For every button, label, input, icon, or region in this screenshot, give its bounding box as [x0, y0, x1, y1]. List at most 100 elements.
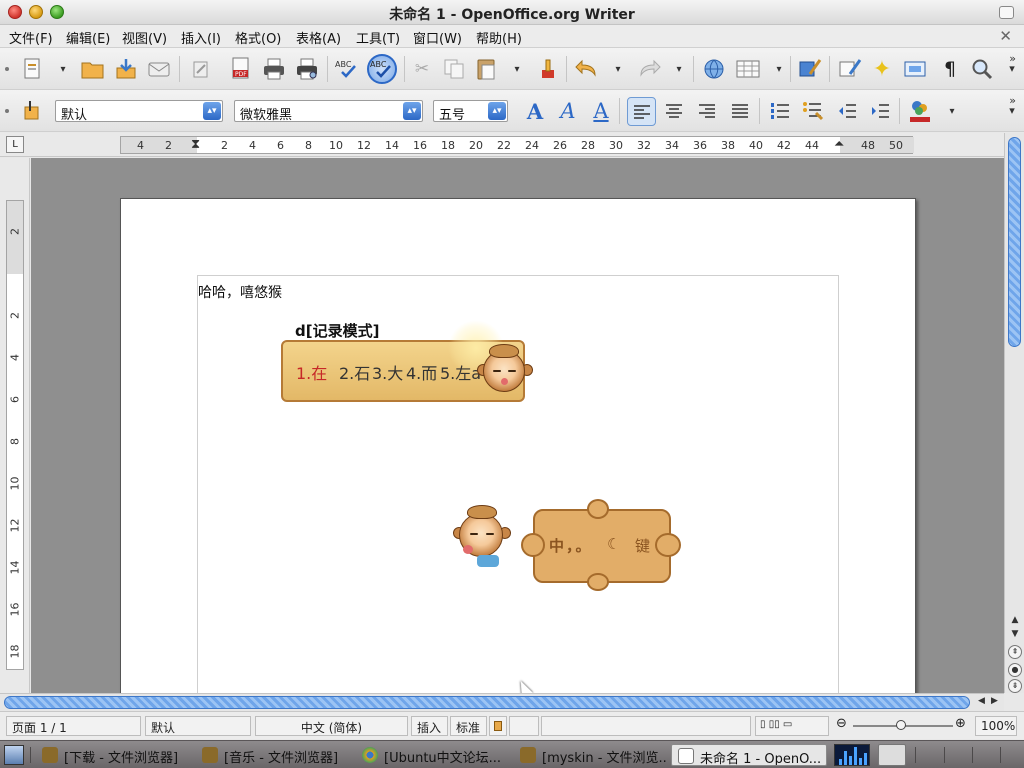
- bullets-icon[interactable]: [800, 98, 826, 124]
- styles-formatting-icon[interactable]: [20, 97, 46, 123]
- zoom-in-icon[interactable]: ⊕: [955, 716, 966, 731]
- ime-candidate-window[interactable]: 1.在 2.石 3.大 4.而 5.左a: [281, 320, 533, 402]
- scroll-up-icon[interactable]: ▲: [1008, 613, 1022, 627]
- paragraph-style-combo[interactable]: 默认 ▴▾: [55, 100, 223, 123]
- language-indicator[interactable]: 中文 (简体): [255, 716, 408, 736]
- export-pdf-icon[interactable]: PDF: [228, 56, 254, 82]
- menu-help[interactable]: 帮助(H): [476, 28, 522, 47]
- font-name-combo[interactable]: 微软雅黑 ▴▾: [234, 100, 423, 123]
- toolbar-grip[interactable]: [5, 109, 9, 113]
- show-desktop-icon[interactable]: [4, 745, 24, 765]
- navigator-icon[interactable]: [837, 56, 863, 82]
- document-text[interactable]: 哈哈，嘻悠猴: [198, 282, 282, 302]
- toolbar-grip[interactable]: [5, 67, 9, 71]
- horizontal-scroll-thumb[interactable]: [4, 696, 970, 709]
- ime-status-puzzle[interactable]: 中，。 ☾ 键: [453, 499, 685, 591]
- italic-icon[interactable]: A: [555, 98, 581, 124]
- print-preview-icon[interactable]: [294, 56, 320, 82]
- zoom-icon[interactable]: [969, 56, 995, 82]
- paragraph-style-dropdown-icon[interactable]: ▴▾: [203, 102, 221, 120]
- taskbar-item-music[interactable]: [音乐 - 文件浏览器]: [196, 744, 356, 766]
- undo-dropdown-icon[interactable]: ▾: [610, 56, 626, 82]
- restore-window-button[interactable]: [999, 6, 1014, 19]
- menu-window[interactable]: 窗口(W): [413, 28, 462, 47]
- zoom-out-icon[interactable]: ⊖: [836, 716, 847, 731]
- save-icon[interactable]: [113, 56, 139, 82]
- decrease-indent-icon[interactable]: [834, 98, 860, 124]
- vertical-scrollbar[interactable]: ▲ ▼ ⇞ ● ⇟: [1004, 133, 1024, 693]
- document-area[interactable]: 哈哈，嘻悠猴 d[记录模式] 1.在 2.石 3.大 4.而 5.左a 中，。 …: [31, 158, 1004, 693]
- horizontal-ruler[interactable]: 4 2 ⧗ 2 4 6 8 10 12 14 16 18 20 22 24 26…: [120, 136, 914, 154]
- toolbar-overflow-icon[interactable]: » ▾: [1009, 53, 1016, 74]
- zoom-level[interactable]: 100%: [975, 716, 1017, 736]
- ime-candidate[interactable]: 2.石: [339, 360, 370, 384]
- datasources-icon[interactable]: [902, 56, 928, 82]
- multi-page-view-icon[interactable]: ▯▯: [769, 719, 780, 730]
- menu-tools[interactable]: 工具(T): [356, 28, 400, 47]
- indent-marker-icon[interactable]: ⧗: [191, 137, 200, 153]
- navigation-icon[interactable]: ●: [1008, 663, 1022, 677]
- previous-page-icon[interactable]: ⇞: [1008, 645, 1022, 659]
- bold-icon[interactable]: A: [522, 98, 548, 124]
- menu-table[interactable]: 表格(A): [296, 28, 341, 47]
- taskbar-item-browser[interactable]: [Ubuntu中文论坛...: [356, 744, 512, 766]
- system-monitor-icon[interactable]: [834, 744, 870, 766]
- vertical-ruler[interactable]: 2 2 4 6 8 10 12 14 16 18: [6, 200, 24, 670]
- table-dropdown-icon[interactable]: ▾: [771, 56, 787, 82]
- scroll-left-icon[interactable]: ◀: [978, 696, 985, 706]
- page-style-indicator[interactable]: 默认: [145, 716, 251, 736]
- taskbar-item-downloads[interactable]: [下载 - 文件浏览器]: [36, 744, 196, 766]
- draw-functions-icon[interactable]: [797, 56, 823, 82]
- undo-icon[interactable]: [574, 56, 600, 82]
- menu-file[interactable]: 文件(F): [9, 28, 53, 47]
- numbering-icon[interactable]: [767, 98, 793, 124]
- edit-file-icon[interactable]: [188, 56, 214, 82]
- vertical-scroll-thumb[interactable]: [1008, 137, 1021, 347]
- scroll-right-icon[interactable]: ▶: [991, 696, 998, 706]
- redo-icon[interactable]: [636, 56, 662, 82]
- new-dropdown-icon[interactable]: ▾: [55, 56, 71, 82]
- ime-candidate[interactable]: 1.在: [296, 360, 327, 384]
- scroll-down-icon[interactable]: ▼: [1008, 627, 1022, 641]
- book-view-icon[interactable]: ▭: [783, 719, 792, 730]
- font-color-dropdown-icon[interactable]: ▾: [944, 98, 960, 124]
- zoom-slider-knob[interactable]: [896, 720, 906, 730]
- spellcheck-icon[interactable]: ABC: [334, 56, 360, 82]
- hyperlink-icon[interactable]: [701, 56, 727, 82]
- toolbar-overflow-icon[interactable]: » ▾: [1009, 95, 1016, 116]
- gallery-icon[interactable]: ✦: [869, 56, 895, 82]
- font-size-dropdown-icon[interactable]: ▴▾: [488, 102, 506, 120]
- tray-document-icon[interactable]: [878, 744, 906, 766]
- insert-mode-indicator[interactable]: 插入: [411, 716, 448, 736]
- font-color-icon[interactable]: [907, 98, 933, 124]
- increase-indent-icon[interactable]: [867, 98, 893, 124]
- ime-candidate[interactable]: 4.而: [406, 360, 437, 384]
- menu-view[interactable]: 视图(V): [122, 28, 167, 47]
- justify-icon[interactable]: [727, 98, 753, 124]
- font-size-combo[interactable]: 五号 ▴▾: [433, 100, 508, 123]
- redo-dropdown-icon[interactable]: ▾: [671, 56, 687, 82]
- autospellcheck-icon[interactable]: ABC: [367, 54, 397, 84]
- menu-edit[interactable]: 编辑(E): [66, 28, 110, 47]
- right-indent-marker-icon[interactable]: ⏶: [834, 137, 844, 153]
- document-page[interactable]: 哈哈，嘻悠猴 d[记录模式] 1.在 2.石 3.大 4.而 5.左a 中，。 …: [120, 198, 916, 693]
- menu-insert[interactable]: 插入(I): [181, 28, 221, 47]
- single-page-view-icon[interactable]: ▯: [760, 719, 766, 730]
- formatting-marks-icon[interactable]: ¶: [937, 56, 963, 82]
- email-icon[interactable]: [146, 56, 172, 82]
- clone-formatting-icon[interactable]: [536, 56, 562, 82]
- open-folder-icon[interactable]: [80, 56, 106, 82]
- align-center-icon[interactable]: [661, 98, 687, 124]
- menu-format[interactable]: 格式(O): [235, 28, 281, 47]
- cut-icon[interactable]: ✂: [409, 56, 435, 82]
- copy-icon[interactable]: [441, 56, 467, 82]
- tab-type-selector[interactable]: L: [6, 136, 24, 153]
- paste-icon[interactable]: [474, 56, 500, 82]
- align-right-icon[interactable]: [694, 98, 720, 124]
- close-document-icon[interactable]: ✕: [999, 27, 1012, 45]
- print-icon[interactable]: [261, 56, 287, 82]
- paste-dropdown-icon[interactable]: ▾: [509, 56, 525, 82]
- horizontal-scrollbar[interactable]: ◀ ▶: [0, 693, 1004, 711]
- next-page-icon[interactable]: ⇟: [1008, 679, 1022, 693]
- taskbar-item-writer[interactable]: 未命名 1 - OpenO...: [671, 744, 827, 766]
